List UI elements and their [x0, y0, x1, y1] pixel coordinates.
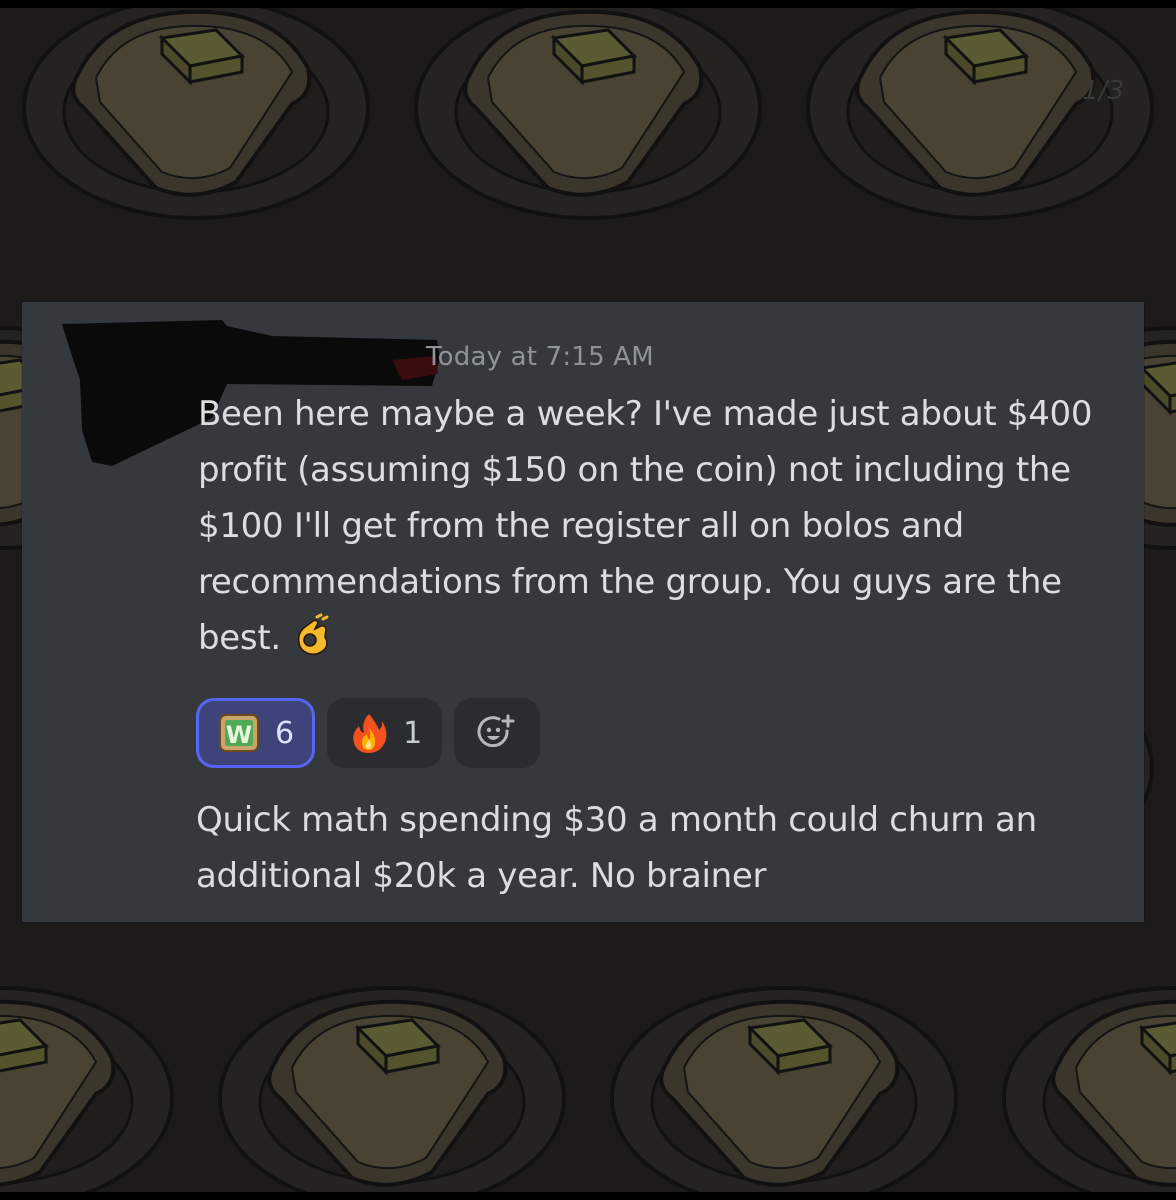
toast-pattern-tile [0, 986, 174, 1192]
reaction-w-toast[interactable]: W 6 [196, 698, 316, 768]
toast-pattern-tile [610, 986, 958, 1192]
reaction-fire[interactable]: 1 [327, 698, 443, 768]
add-reaction-button[interactable] [454, 698, 541, 768]
message-card: Today at 7:15 AM Been here maybe a week?… [22, 302, 1144, 922]
ok-hand-emoji-icon [297, 613, 329, 656]
w-toast-emoji-icon: W [219, 714, 259, 752]
toast-pattern-tile [414, 8, 762, 220]
message-text: Been here maybe a week? I've made just a… [198, 386, 1098, 666]
fire-emoji-icon [353, 714, 387, 753]
reaction-count: 6 [275, 715, 295, 751]
followup-message-text: Quick math spending $30 a month could ch… [196, 800, 1037, 896]
add-reaction-icon [477, 714, 515, 748]
toast-pattern-tile [22, 8, 370, 220]
toast-pattern-tile [1002, 986, 1176, 1192]
reaction-count: 1 [403, 715, 423, 751]
page-counter: 1/3 [1082, 76, 1124, 106]
toast-pattern-tile [806, 8, 1154, 220]
reactions-bar: W 6 1 [196, 696, 541, 770]
message-timestamp: Today at 7:15 AM [426, 342, 654, 372]
toast-pattern-tile [218, 986, 566, 1192]
svg-text:W: W [226, 721, 252, 749]
